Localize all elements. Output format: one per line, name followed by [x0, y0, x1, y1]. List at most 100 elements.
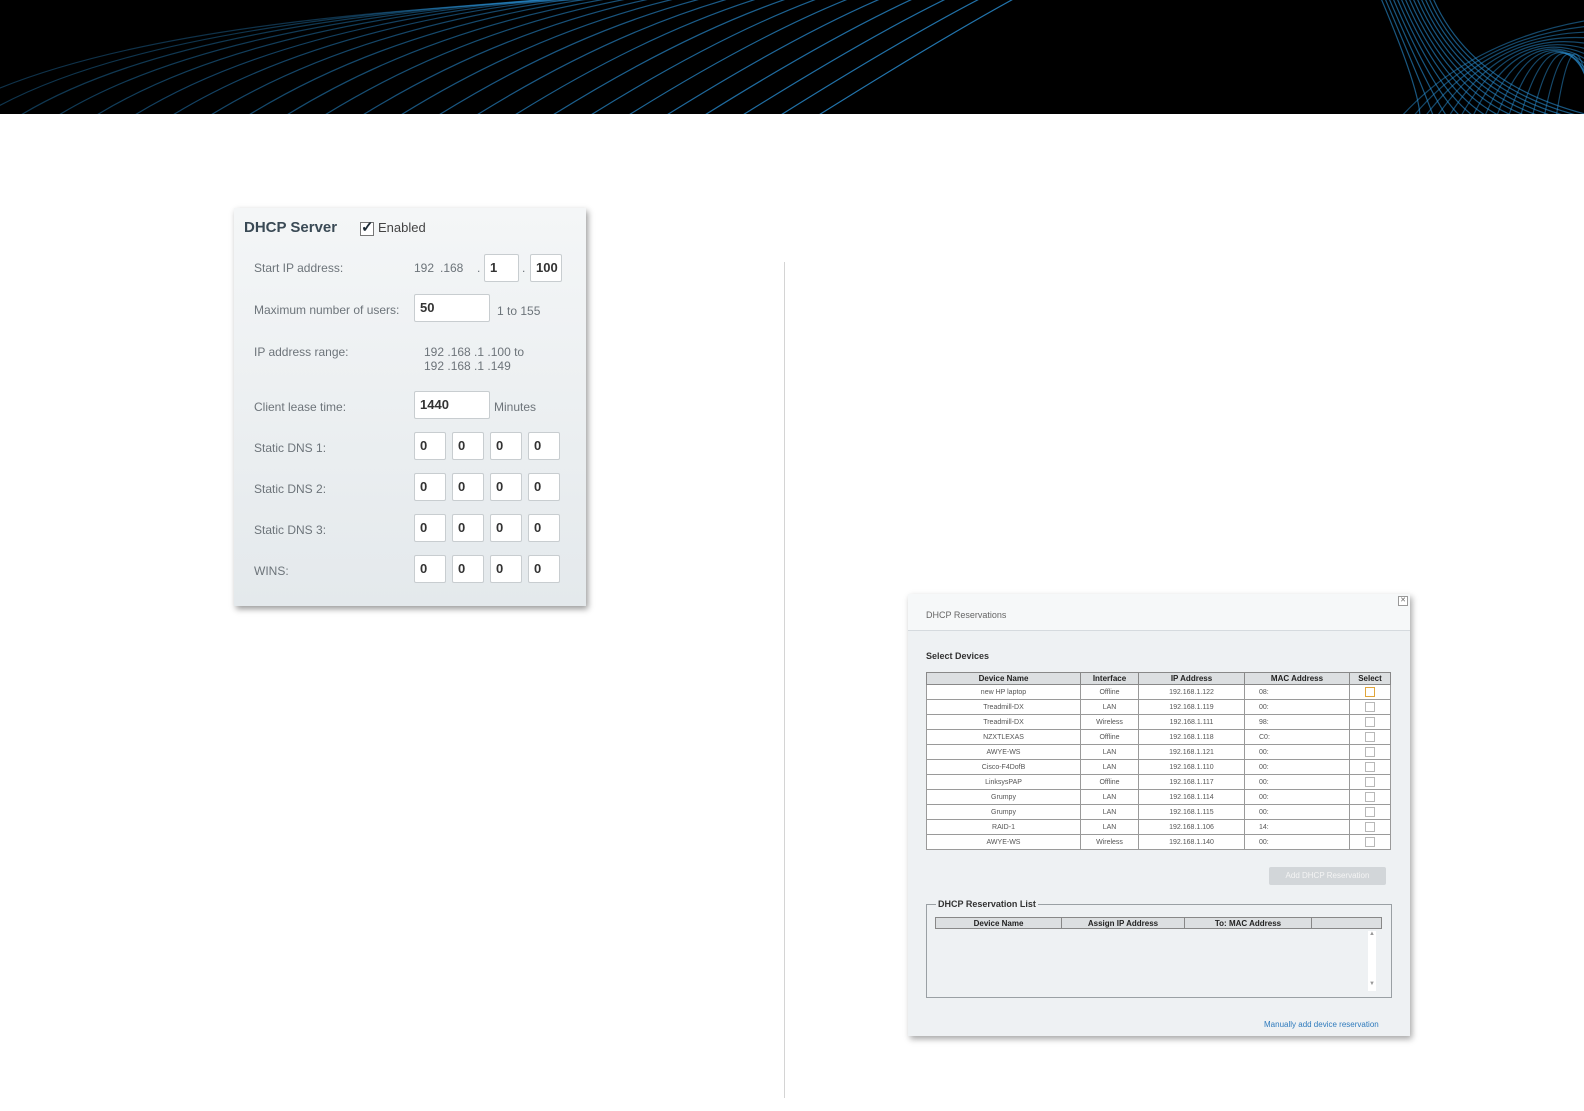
- mac-address-cell: 98:: [1244, 714, 1350, 730]
- reservation-list-header: Device Name Assign IP Address To: MAC Ad…: [935, 917, 1382, 929]
- column-header-select: Select: [1349, 672, 1391, 685]
- select-checkbox[interactable]: [1365, 837, 1375, 847]
- device-row[interactable]: Treadmill-DX Wireless 192.168.1.111 98:: [926, 714, 1391, 730]
- header-arcs-decoration: [0, 0, 1584, 114]
- mac-address-cell: 00:: [1244, 699, 1350, 715]
- scroll-down-icon[interactable]: ▼: [1368, 981, 1376, 987]
- ip-address-cell: 192.168.1.110: [1138, 759, 1245, 775]
- device-row[interactable]: AWYE-WS Wireless 192.168.1.140 00:: [926, 834, 1391, 850]
- lease-time-label: Client lease time:: [254, 400, 347, 414]
- dns2-octet3-input[interactable]: 0: [490, 473, 522, 501]
- mac-address-cell: 14:: [1244, 819, 1350, 835]
- start-ip-octet3-input[interactable]: 1: [484, 254, 519, 282]
- header-arc-left: [477, 0, 727, 114]
- device-name-cell: RAID-1: [926, 819, 1081, 835]
- mac-address-cell: 00:: [1244, 804, 1350, 820]
- dns1-octet3-input[interactable]: 0: [490, 432, 522, 460]
- dns1-octet4-input[interactable]: 0: [528, 432, 560, 460]
- wins-octet1-input[interactable]: 0: [414, 555, 446, 583]
- mac-address-cell: 00:: [1244, 834, 1350, 850]
- select-cell: [1349, 819, 1391, 835]
- header-arc-left: [21, 0, 555, 114]
- enabled-label: Enabled: [378, 220, 426, 235]
- ip-range-line-1: 192 .168 .1 .100 to: [424, 345, 525, 359]
- add-dhcp-reservation-button[interactable]: Add DHCP Reservation: [1269, 867, 1386, 885]
- dns2-octet2-input[interactable]: 0: [452, 473, 484, 501]
- device-row[interactable]: Cisco-F4DofB LAN 192.168.1.110 00:: [926, 759, 1391, 775]
- select-cell: [1349, 744, 1391, 760]
- interface-cell: Offline: [1080, 729, 1139, 745]
- dns3-octet2-input[interactable]: 0: [452, 514, 484, 542]
- dns1-octet2-input[interactable]: 0: [452, 432, 484, 460]
- header-arc-left: [781, 0, 979, 114]
- select-checkbox[interactable]: [1365, 717, 1375, 727]
- select-checkbox[interactable]: [1365, 792, 1375, 802]
- dialog-header: DHCP Reservations: [908, 594, 1410, 631]
- device-name-cell: AWYE-WS: [926, 834, 1081, 850]
- dns3-octet1-input[interactable]: 0: [414, 514, 446, 542]
- wins-octet2-input[interactable]: 0: [452, 555, 484, 583]
- list-column-mac: To: MAC Address: [1184, 917, 1312, 929]
- interface-cell: Offline: [1080, 684, 1139, 700]
- start-ip-prefix-1: 192: [414, 261, 435, 275]
- device-row[interactable]: Treadmill-DX LAN 192.168.1.119 00:: [926, 699, 1391, 715]
- interface-cell: LAN: [1080, 759, 1139, 775]
- column-header-device-name: Device Name: [926, 672, 1081, 685]
- start-ip-separator-2: .: [522, 261, 526, 275]
- device-row[interactable]: LinksysPAP Offline 192.168.1.117 00:: [926, 774, 1391, 790]
- dns3-octet4-input[interactable]: 0: [528, 514, 560, 542]
- device-row[interactable]: new HP laptop Offline 192.168.1.122 08:: [926, 684, 1391, 700]
- dns3-label: Static DNS 3:: [254, 523, 327, 537]
- select-checkbox[interactable]: [1365, 807, 1375, 817]
- device-name-cell: NZXTLEXAS: [926, 729, 1081, 745]
- device-name-cell: AWYE-WS: [926, 744, 1081, 760]
- lease-time-input[interactable]: 1440: [414, 391, 490, 419]
- start-ip-prefix-2: .168: [440, 261, 464, 275]
- select-cell: [1349, 729, 1391, 745]
- select-checkbox[interactable]: [1365, 702, 1375, 712]
- device-row[interactable]: NZXTLEXAS Offline 192.168.1.118 C0:: [926, 729, 1391, 745]
- manual-add-reservation-link[interactable]: Manually add device reservation: [1264, 1020, 1379, 1029]
- ip-address-cell: 192.168.1.111: [1138, 714, 1245, 730]
- scroll-up-icon[interactable]: ▲: [1368, 931, 1376, 937]
- header-band: [0, 0, 1584, 114]
- select-cell: [1349, 759, 1391, 775]
- list-column-blank: [1311, 917, 1382, 929]
- select-checkbox[interactable]: [1365, 762, 1375, 772]
- select-cell: [1349, 789, 1391, 805]
- wins-octet4-input[interactable]: 0: [528, 555, 560, 583]
- select-checkbox[interactable]: [1365, 777, 1375, 787]
- device-row[interactable]: Grumpy LAN 192.168.1.114 00:: [926, 789, 1391, 805]
- dns1-octet1-input[interactable]: 0: [414, 432, 446, 460]
- dns2-octet1-input[interactable]: 0: [414, 473, 446, 501]
- device-row[interactable]: Grumpy LAN 192.168.1.115 00:: [926, 804, 1391, 820]
- start-ip-octet4-input[interactable]: 100: [530, 254, 562, 282]
- ip-range-line-2: 192 .168 .1 .149: [424, 359, 511, 373]
- dns3-octet3-input[interactable]: 0: [490, 514, 522, 542]
- ip-address-cell: 192.168.1.114: [1138, 789, 1245, 805]
- dns2-octet4-input[interactable]: 0: [528, 473, 560, 501]
- dns2-label: Static DNS 2:: [254, 482, 327, 496]
- close-icon[interactable]: ✕: [1398, 596, 1408, 606]
- select-cell: [1349, 684, 1391, 700]
- reservation-list-group: DHCP Reservation List Device Name Assign…: [926, 899, 1392, 998]
- max-users-hint: 1 to 155: [497, 304, 541, 318]
- ip-address-cell: 192.168.1.140: [1138, 834, 1245, 850]
- enabled-checkbox[interactable]: ✓: [360, 219, 374, 236]
- list-scrollbar[interactable]: ▲ ▼: [1368, 931, 1376, 991]
- column-divider: [784, 262, 785, 1098]
- select-checkbox[interactable]: [1365, 732, 1375, 742]
- select-checkbox[interactable]: [1365, 687, 1375, 697]
- wins-octet3-input[interactable]: 0: [490, 555, 522, 583]
- ip-range-label: IP address range:: [254, 345, 349, 359]
- device-row[interactable]: RAID-1 LAN 192.168.1.106 14:: [926, 819, 1391, 835]
- mac-address-cell: 00:: [1244, 744, 1350, 760]
- device-name-cell: Grumpy: [926, 789, 1081, 805]
- device-row[interactable]: AWYE-WS LAN 192.168.1.121 00:: [926, 744, 1391, 760]
- list-column-assign-ip: Assign IP Address: [1061, 917, 1185, 929]
- lease-time-unit: Minutes: [494, 400, 537, 414]
- select-checkbox[interactable]: [1365, 747, 1375, 757]
- header-arc-left: [705, 0, 913, 114]
- max-users-input[interactable]: 50: [414, 294, 490, 322]
- select-checkbox[interactable]: [1365, 822, 1375, 832]
